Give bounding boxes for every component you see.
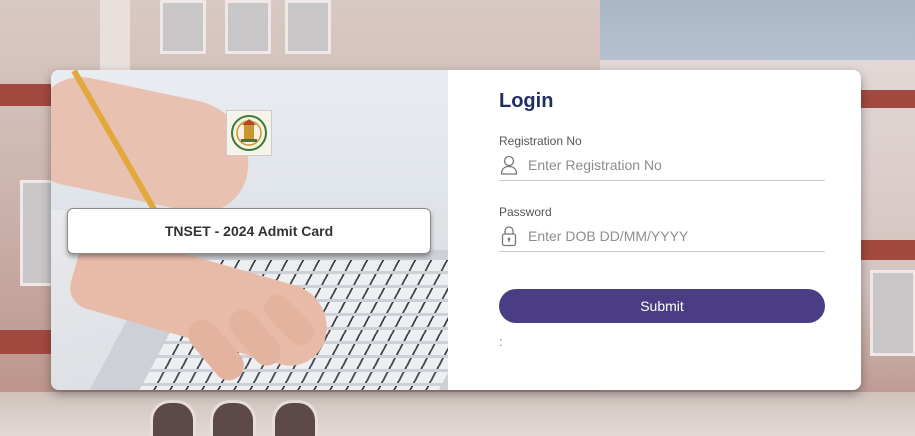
registration-field [499, 150, 825, 181]
registration-input[interactable] [528, 157, 808, 173]
status-message: : [499, 334, 503, 349]
password-label: Password [499, 205, 552, 219]
admit-card-panel: TNSET - 2024 Admit Card [51, 70, 448, 390]
login-card: TNSET - 2024 Admit Card Login Registrati… [51, 70, 861, 390]
login-title: Login [499, 90, 554, 112]
password-field [499, 221, 825, 252]
password-input[interactable] [528, 228, 808, 244]
tamil-nadu-emblem-icon [226, 110, 272, 156]
lock-icon [499, 226, 519, 247]
submit-button[interactable]: Submit [499, 289, 825, 323]
registration-label: Registration No [499, 134, 582, 148]
user-icon [499, 155, 519, 175]
admit-card-banner: TNSET - 2024 Admit Card [67, 208, 431, 254]
login-form: Login Registration No Password [448, 70, 861, 390]
